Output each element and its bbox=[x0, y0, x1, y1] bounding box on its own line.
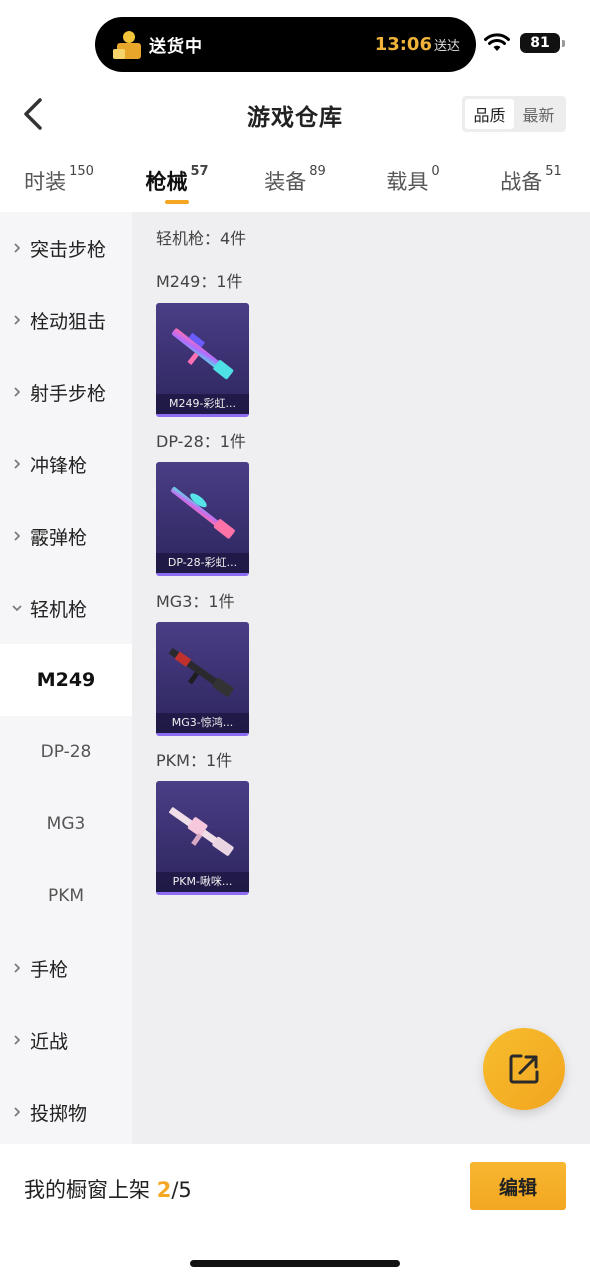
eta-time: 13:06 bbox=[374, 34, 432, 55]
showcase-shelf-count: 我的橱窗上架 2/5 bbox=[24, 1174, 192, 1204]
tab-label: 时装 bbox=[24, 170, 67, 194]
sidebar-item-label: MG3 bbox=[46, 814, 86, 834]
sort-toggle: 品质 最新 bbox=[462, 96, 566, 132]
share-button[interactable] bbox=[483, 1028, 565, 1110]
sidebar-item-label: 突击步枪 bbox=[30, 238, 107, 261]
edit-button[interactable]: 编辑 bbox=[470, 1162, 566, 1210]
shelf-current: 2 bbox=[156, 1178, 172, 1202]
chevron-down-icon bbox=[12, 603, 22, 613]
sidebar-item-label: 投掷物 bbox=[30, 1102, 88, 1125]
tab-count: 150 bbox=[69, 164, 94, 179]
item-name: MG3-惊鸿... bbox=[156, 713, 249, 733]
tab-label: 载具 bbox=[386, 170, 429, 194]
tab-label: 枪械 bbox=[145, 170, 188, 194]
tab-count: 57 bbox=[190, 164, 209, 179]
sidebar-item-melee[interactable]: 近战 bbox=[0, 1004, 132, 1076]
chevron-right-icon bbox=[12, 315, 22, 325]
item-name: DP-28-彩虹... bbox=[156, 553, 249, 573]
chevron-right-icon bbox=[12, 243, 22, 253]
sidebar-item-label: 霰弹枪 bbox=[30, 526, 88, 549]
mg3-weapon-icon bbox=[168, 648, 234, 697]
sidebar-item-lmg[interactable]: 轻机枪 bbox=[0, 572, 132, 644]
tab-vehicles[interactable]: 载具 0 bbox=[354, 158, 472, 212]
sidebar-item-label: 轻机枪 bbox=[30, 598, 88, 621]
delivery-status: 送货中 bbox=[149, 37, 203, 57]
item-card-mg3[interactable]: MG3-惊鸿... bbox=[156, 622, 249, 736]
sidebar-item-pistol[interactable]: 手枪 bbox=[0, 932, 132, 1004]
sidebar-item-label: 栓动狙击 bbox=[30, 310, 107, 333]
chevron-right-icon bbox=[12, 459, 22, 469]
group-header-dp28: DP-28：1件 bbox=[156, 432, 246, 451]
sidebar-subitem-m249[interactable]: M249 bbox=[0, 644, 132, 716]
sort-option-latest[interactable]: 最新 bbox=[514, 99, 563, 129]
chevron-right-icon bbox=[12, 1035, 22, 1045]
group-header-mg3: MG3：1件 bbox=[156, 592, 235, 611]
sidebar-item-label: DP-28 bbox=[40, 742, 92, 762]
sidebar-item-shotgun[interactable]: 霰弹枪 bbox=[0, 500, 132, 572]
pkm-weapon-icon bbox=[168, 807, 234, 856]
tab-count: 89 bbox=[309, 164, 326, 179]
chevron-right-icon bbox=[12, 1107, 22, 1117]
tab-equipment[interactable]: 装备 89 bbox=[236, 158, 354, 212]
sidebar-item-label: M249 bbox=[36, 669, 96, 691]
group-header-m249: M249：1件 bbox=[156, 272, 243, 291]
rainbow-dp28-icon bbox=[171, 487, 235, 539]
sort-option-quality[interactable]: 品质 bbox=[465, 99, 514, 129]
sidebar-item-label: 手枪 bbox=[30, 958, 69, 981]
item-name: M249-彩虹... bbox=[156, 394, 249, 414]
tab-label: 战备 bbox=[500, 170, 543, 194]
battery-indicator: 81 bbox=[520, 33, 565, 53]
tab-supplies[interactable]: 战备 51 bbox=[472, 158, 590, 212]
sidebar-item-label: 冲锋枪 bbox=[30, 454, 88, 477]
chevron-right-icon bbox=[12, 531, 22, 541]
sidebar-item-marksman-rifle[interactable]: 射手步枪 bbox=[0, 356, 132, 428]
sidebar-item-label: 射手步枪 bbox=[30, 382, 107, 405]
active-tab-indicator bbox=[165, 200, 189, 204]
group-header-pkm: PKM：1件 bbox=[156, 751, 233, 770]
sidebar-item-smg[interactable]: 冲锋枪 bbox=[0, 428, 132, 500]
eta-suffix: 送达 bbox=[433, 39, 460, 54]
sidebar-item-bolt-sniper[interactable]: 栓动狙击 bbox=[0, 284, 132, 356]
sidebar-item-throwable[interactable]: 投掷物 bbox=[0, 1076, 132, 1148]
system-status-icons: 81 bbox=[484, 33, 565, 53]
tab-fashion[interactable]: 时装 150 bbox=[0, 158, 118, 212]
category-tabs: 时装 150 枪械 57 装备 89 载具 0 战备 51 bbox=[0, 158, 590, 212]
item-card-dp28[interactable]: DP-28-彩虹... bbox=[156, 462, 249, 576]
home-indicator[interactable] bbox=[190, 1260, 400, 1267]
item-card-pkm[interactable]: PKM-啾咪... bbox=[156, 781, 249, 895]
weapon-category-sidebar: 突击步枪 栓动狙击 射手步枪 冲锋枪 霰弹枪 轻机枪 M249 DP-28 MG… bbox=[0, 212, 132, 1144]
shelf-label: 我的橱窗上架 bbox=[24, 1178, 150, 1202]
wifi-icon bbox=[484, 33, 510, 51]
sidebar-item-label: PKM bbox=[47, 886, 85, 906]
tab-count: 51 bbox=[545, 164, 562, 179]
nav-bar: 游戏仓库 品质 最新 bbox=[0, 84, 590, 144]
category-summary: 轻机枪：4件 bbox=[156, 229, 247, 248]
tab-firearms[interactable]: 枪械 57 bbox=[118, 158, 236, 212]
tab-label: 装备 bbox=[264, 170, 307, 194]
sidebar-subitem-dp28[interactable]: DP-28 bbox=[0, 716, 132, 788]
courier-icon bbox=[113, 29, 145, 61]
shelf-total: /5 bbox=[171, 1178, 192, 1202]
tab-count: 0 bbox=[431, 164, 440, 179]
sidebar-subitem-mg3[interactable]: MG3 bbox=[0, 788, 132, 860]
delivery-live-activity[interactable]: 送货中 13:06 送达 bbox=[95, 17, 476, 72]
chevron-right-icon bbox=[12, 963, 22, 973]
rainbow-m249-icon bbox=[171, 328, 234, 380]
chevron-right-icon bbox=[12, 387, 22, 397]
item-card-m249[interactable]: M249-彩虹... bbox=[156, 303, 249, 417]
sidebar-item-label: 近战 bbox=[30, 1030, 69, 1053]
weapon-list: 轻机枪：4件 M249：1件 M249-彩虹... DP-28：1件 DP-28… bbox=[132, 212, 590, 1144]
sidebar-item-assault-rifle[interactable]: 突击步枪 bbox=[0, 212, 132, 284]
sidebar-subitem-pkm[interactable]: PKM bbox=[0, 860, 132, 932]
item-name: PKM-啾咪... bbox=[156, 872, 249, 892]
share-external-icon bbox=[509, 1054, 539, 1084]
